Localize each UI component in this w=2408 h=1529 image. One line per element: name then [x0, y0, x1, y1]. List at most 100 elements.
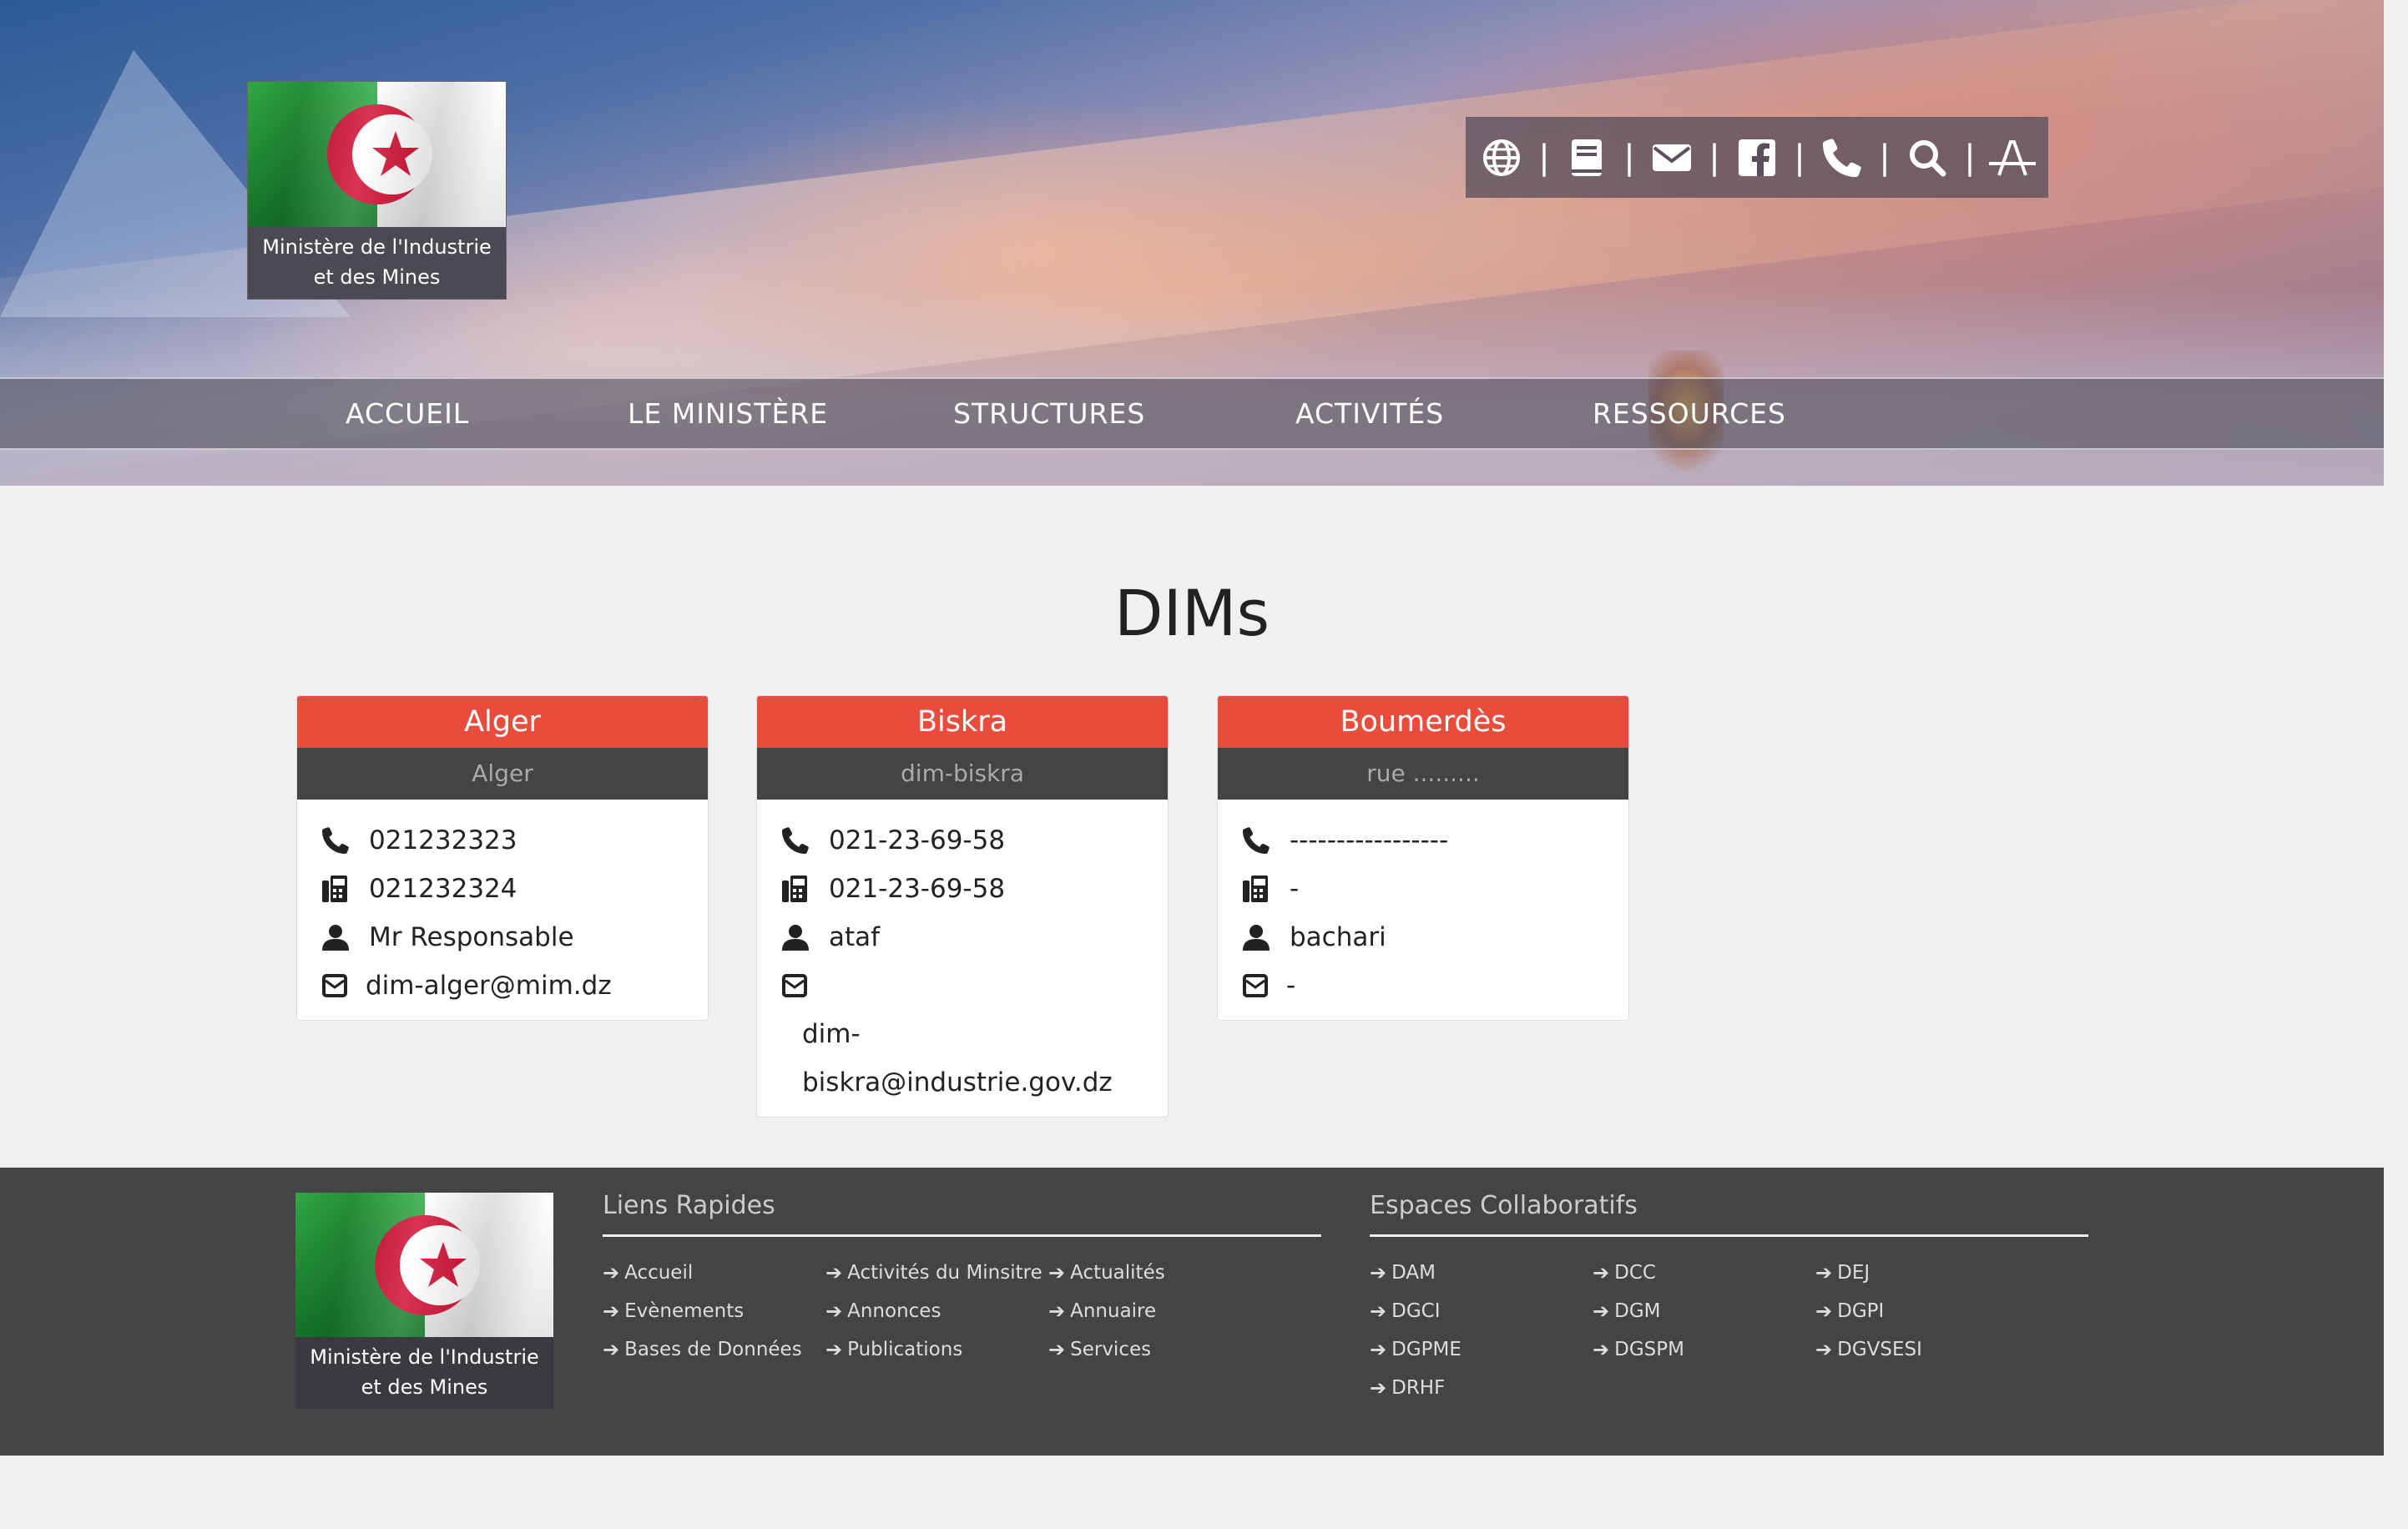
card-contact-row: ataf — [757, 913, 1168, 961]
nav-le-ministere[interactable]: LE MINISTÈRE — [628, 379, 828, 448]
arrow-right-icon: ➔ — [1815, 1261, 1833, 1284]
card-contact: bachari — [1290, 922, 1386, 952]
envelope-icon — [1243, 961, 1280, 1010]
footer-link-drhf[interactable]: ➔ DRHF — [1370, 1375, 1445, 1400]
phone-icon — [322, 816, 359, 865]
logo-caption: Ministère de l'Industrie et des Mines — [295, 1337, 553, 1409]
page-title: DIMs — [1113, 576, 1270, 650]
logo-caption: Ministère de l'Industrie et des Mines — [248, 227, 506, 299]
toolbar-separator: | — [1538, 138, 1550, 177]
user-icon — [1243, 913, 1280, 961]
arrow-right-icon: ➔ — [603, 1299, 620, 1323]
card-email[interactable]: - — [1286, 961, 1295, 1010]
algeria-flag-image — [248, 82, 506, 227]
footer-link-publications[interactable]: ➔ Publications — [825, 1337, 962, 1362]
footer-link-activites-du-ministre[interactable]: ➔ Activités du Minsitre — [825, 1260, 1042, 1285]
arrow-right-icon: ➔ — [1593, 1261, 1610, 1284]
logo-caption-line2: et des Mines — [361, 1375, 488, 1399]
search-icon[interactable] — [1901, 132, 1953, 184]
card-city: Biskra — [757, 696, 1168, 748]
card-email-row: dim-alger@mim.dz — [297, 961, 708, 1010]
card-phone-row: ----------------- — [1218, 816, 1628, 865]
footer-link-annonces[interactable]: ➔ Annonces — [825, 1299, 941, 1324]
card-phone-row: 021-23-69-58 — [757, 816, 1168, 865]
envelope-icon[interactable] — [1646, 132, 1698, 184]
card-email[interactable]: dim-alger@mim.dz — [366, 961, 612, 1010]
card-email-line2[interactable]: biskra@industrie.gov.dz — [757, 1058, 1168, 1107]
card-fax-row: 021-23-69-58 — [757, 865, 1168, 913]
card-contact: ataf — [829, 922, 881, 952]
footer-link-dej[interactable]: ➔ DEJ — [1815, 1260, 1870, 1285]
arrow-right-icon: ➔ — [1048, 1299, 1066, 1323]
card-phone-row: 021232323 — [297, 816, 708, 865]
user-icon — [322, 913, 359, 961]
footer-link-dgci[interactable]: ➔ DGCI — [1370, 1299, 1441, 1324]
fax-icon — [322, 865, 359, 913]
card-phone: ----------------- — [1290, 825, 1449, 855]
arrow-right-icon: ➔ — [1048, 1338, 1066, 1361]
card-phone: 021-23-69-58 — [829, 825, 1006, 855]
facebook-icon[interactable] — [1731, 132, 1783, 184]
footer-link-annuaire[interactable]: ➔ Annuaire — [1048, 1299, 1156, 1324]
card-address: Alger — [297, 748, 708, 800]
nav-activites[interactable]: ACTIVITÉS — [1295, 379, 1444, 448]
footer-link-actualites[interactable]: ➔ Actualités — [1048, 1260, 1165, 1285]
card-phone: 021232323 — [369, 825, 517, 855]
footer-link-dgm[interactable]: ➔ DGM — [1593, 1299, 1661, 1324]
arrow-right-icon: ➔ — [825, 1261, 843, 1284]
footer-ministry-logo[interactable]: Ministère de l'Industrie et des Mines — [295, 1193, 553, 1409]
header-toolbar: | | | | | | — [1466, 117, 2048, 198]
phone-icon — [782, 816, 819, 865]
card-city: Boumerdès — [1218, 696, 1628, 748]
quick-links-title: Liens Rapides — [603, 1191, 775, 1220]
quick-links-divider — [603, 1234, 1321, 1237]
toolbar-separator: | — [1794, 138, 1805, 177]
card-address: rue ......... — [1218, 748, 1628, 800]
arrow-right-icon: ➔ — [1815, 1299, 1833, 1323]
toolbar-separator: | — [1879, 138, 1891, 177]
arrow-right-icon: ➔ — [1593, 1299, 1610, 1323]
nav-ressources[interactable]: RESSOURCES — [1593, 379, 1786, 448]
card-address: dim-biskra — [757, 748, 1168, 800]
footer-link-evenements[interactable]: ➔ Evènements — [603, 1299, 744, 1324]
footer-link-dgpme[interactable]: ➔ DGPME — [1370, 1337, 1461, 1362]
globe-icon[interactable] — [1476, 132, 1527, 184]
card-fax: - — [1290, 874, 1300, 904]
arrow-right-icon: ➔ — [1370, 1376, 1387, 1400]
footer-link-dgspm[interactable]: ➔ DGSPM — [1593, 1337, 1684, 1362]
arrow-right-icon: ➔ — [1048, 1261, 1066, 1284]
footer-link-dcc[interactable]: ➔ DCC — [1593, 1260, 1656, 1285]
toolbar-separator: | — [1623, 138, 1635, 177]
nav-structures[interactable]: STRUCTURES — [953, 379, 1145, 448]
nav-accueil[interactable]: ACCUEIL — [346, 379, 469, 448]
footer: Ministère de l'Industrie et des Mines Li… — [0, 1168, 2384, 1456]
logo-caption-line1: Ministère de l'Industrie — [310, 1345, 539, 1369]
dim-card-biskra: Biskra dim-biskra 021-23-69-58 021-23-69… — [756, 695, 1169, 1118]
dim-card-alger: Alger Alger 021232323 021232324 Mr Respo… — [296, 695, 709, 1021]
footer-link-dgvsesi[interactable]: ➔ DGVSESI — [1815, 1337, 1922, 1362]
card-fax-row: 021232324 — [297, 865, 708, 913]
ministry-logo[interactable]: Ministère de l'Industrie et des Mines — [247, 81, 507, 300]
collab-spaces-title: Espaces Collaboratifs — [1370, 1191, 1638, 1220]
arrow-right-icon: ➔ — [1593, 1338, 1610, 1361]
footer-link-services[interactable]: ➔ Services — [1048, 1337, 1151, 1362]
main-navbar: ACCUEIL LE MINISTÈRE STRUCTURES ACTIVITÉ… — [0, 377, 2384, 450]
envelope-icon — [322, 961, 359, 1010]
footer-link-dgpi[interactable]: ➔ DGPI — [1815, 1299, 1884, 1324]
card-email-row — [757, 961, 1168, 1010]
book-icon[interactable] — [1561, 132, 1613, 184]
toolbar-separator: | — [1709, 138, 1720, 177]
phone-icon[interactable] — [1816, 132, 1868, 184]
arrow-right-icon: ➔ — [603, 1338, 620, 1361]
footer-link-bases-de-donnees[interactable]: ➔ Bases de Données — [603, 1337, 802, 1362]
footer-link-accueil[interactable]: ➔ Accueil — [603, 1260, 693, 1285]
card-email-line1[interactable]: dim- — [757, 1010, 1168, 1058]
fax-icon — [782, 865, 819, 913]
card-contact-row: Mr Responsable — [297, 913, 708, 961]
text-size-icon[interactable] — [1986, 132, 2038, 184]
arrow-right-icon: ➔ — [1370, 1338, 1387, 1361]
card-city: Alger — [297, 696, 708, 748]
card-fax: 021-23-69-58 — [829, 874, 1006, 904]
arrow-right-icon: ➔ — [825, 1299, 843, 1323]
footer-link-dam[interactable]: ➔ DAM — [1370, 1260, 1436, 1285]
